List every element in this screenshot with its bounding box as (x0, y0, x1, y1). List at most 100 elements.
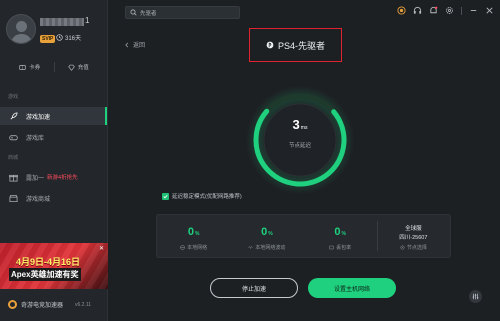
membership-days: 316天 (56, 33, 81, 42)
promo-banner[interactable]: ✕ 4月9日-4月16日 Apex英雄加速有奖 (0, 243, 108, 289)
search-input[interactable]: 先驱者 (125, 6, 240, 19)
bell-icon (430, 6, 438, 14)
sidebar: 1 SVIP 316天 卡券 充值 游戏 游戏加速 游戏库 商城 露加一 新游4… (0, 0, 108, 321)
latency-number: 3 (292, 117, 300, 132)
coupon-button[interactable]: 卡券 (6, 60, 54, 74)
recharge-label: 充值 (77, 65, 89, 71)
stat-value: 0% (304, 226, 377, 238)
stat-label: 节点选择 (377, 244, 450, 251)
gamepad-icon (9, 134, 18, 140)
sidebar-item-label: 游戏库 (26, 135, 45, 142)
minimize-button[interactable] (469, 6, 478, 15)
stat-unit: % (194, 231, 200, 237)
check-icon (163, 194, 168, 198)
brand-footer: 奇游电竞加速器 v6.2.11 (8, 300, 91, 309)
search-value: 先驱者 (140, 10, 157, 17)
settings-button[interactable] (445, 6, 454, 15)
quick-actions: 卡券 充值 (6, 60, 102, 74)
store-icon (9, 194, 18, 202)
stat-value: 0% (157, 226, 230, 238)
coupon-label: 卡券 (29, 65, 41, 71)
username-redacted (40, 18, 84, 26)
setup-console-network-button[interactable]: 设置主机网络 (308, 278, 396, 298)
tools-button[interactable] (469, 290, 482, 303)
back-label: 返回 (133, 43, 146, 49)
stat-label-text: 节点选择 (406, 245, 427, 251)
stat-label-text: 本地网络 (187, 245, 208, 251)
stat-packet-loss: 0% 丢包率 (304, 215, 377, 257)
stat-label: 丢包率 (304, 244, 377, 251)
close-icon (486, 7, 493, 14)
avatar[interactable] (6, 14, 36, 44)
notification-button[interactable] (429, 6, 438, 15)
coupon-icon (19, 64, 26, 70)
user-profile[interactable]: 1 SVIP 316天 (6, 14, 102, 50)
server-region: 全球服 (405, 226, 422, 232)
divider (461, 6, 462, 15)
diamond-icon (67, 64, 75, 71)
sliders-icon (472, 293, 479, 300)
server-node: 四川-25607 (399, 235, 428, 241)
recharge-button[interactable]: 充值 (55, 60, 103, 74)
coin-button[interactable] (397, 6, 406, 15)
checkbox[interactable] (162, 192, 169, 200)
clock-icon (56, 34, 63, 41)
smart-mode-label: 延迟稳定模式(优配网路推荐) (172, 194, 242, 200)
stat-label-text: 本地网络波动 (255, 245, 286, 251)
game-title: PS4-先驱者 (249, 28, 342, 62)
window-controls (397, 6, 494, 15)
playstation-icon (266, 41, 274, 49)
stat-label-text: 丢包率 (336, 245, 352, 251)
headset-icon (413, 6, 422, 14)
stat-number: 0 (187, 226, 194, 238)
latency-unit: ms (300, 125, 308, 131)
promo-title: Apex英雄加速有奖 (9, 268, 81, 281)
sidebar-item-label: 游戏商城 (26, 196, 51, 203)
stat-number: 0 (261, 226, 268, 238)
game-title-text: PS4-先驱者 (277, 40, 325, 51)
stat-label: 本地网络 (157, 244, 230, 251)
stat-number: 0 (334, 226, 341, 238)
sidebar-item-store[interactable]: 游戏商城 (0, 189, 107, 207)
brand-name: 奇游电竞加速器 (21, 303, 64, 309)
sidebar-item-gift[interactable]: 露加一 新游4折抢先 (0, 168, 107, 186)
package-icon (329, 245, 334, 250)
sidebar-item-label: 露加一 (26, 175, 45, 182)
minimize-icon (470, 10, 477, 11)
username-tail: 1 (85, 16, 90, 25)
gift-icon (9, 174, 18, 182)
sidebar-item-game-boost[interactable]: 游戏加速 (0, 107, 107, 125)
top-bar: 先驱者 (108, 0, 500, 26)
section-title-game: 游戏 (8, 94, 19, 100)
latency-value: 3ms (245, 117, 355, 132)
support-button[interactable] (413, 6, 422, 15)
version-label: v6.2.11 (75, 301, 92, 308)
latency-ring (245, 85, 355, 195)
coin-icon (397, 6, 406, 15)
globe-icon (180, 245, 185, 250)
app-logo-icon (8, 300, 17, 309)
smart-mode-toggle[interactable]: 延迟稳定模式(优配网路推荐) (162, 192, 242, 200)
chevron-left-icon (125, 42, 129, 47)
stop-boost-button[interactable]: 停止加速 (210, 278, 298, 298)
stat-value: 0% (230, 226, 303, 238)
rocket-icon (10, 111, 18, 119)
vip-badge: SVIP (40, 35, 56, 43)
stat-label: 本地网络波动 (230, 244, 303, 251)
sidebar-item-game-library[interactable]: 游戏库 (0, 128, 107, 146)
latency-ring-graphic (246, 86, 354, 194)
back-button[interactable]: 返回 (124, 40, 145, 49)
node-icon (400, 245, 405, 250)
stat-unit: % (268, 231, 273, 237)
wave-icon (248, 246, 254, 250)
stat-server-node[interactable]: 全球服 四川-25607 节点选择 (376, 215, 450, 257)
section-title-mall: 商城 (8, 155, 19, 161)
sidebar-item-label: 游戏加速 (26, 114, 51, 121)
days-label: 316天 (65, 36, 82, 42)
stat-network: 0% 本地网络 (157, 215, 230, 257)
promo-date: 4月9日-4月16日 (16, 257, 81, 267)
stats-panel: 0% 本地网络 0% 本地网络波动 0% 丢包率 全球服 四川-25607 节点… (156, 214, 451, 258)
gear-icon (446, 7, 453, 14)
close-icon[interactable]: ✕ (98, 246, 105, 253)
close-button[interactable] (485, 6, 494, 15)
